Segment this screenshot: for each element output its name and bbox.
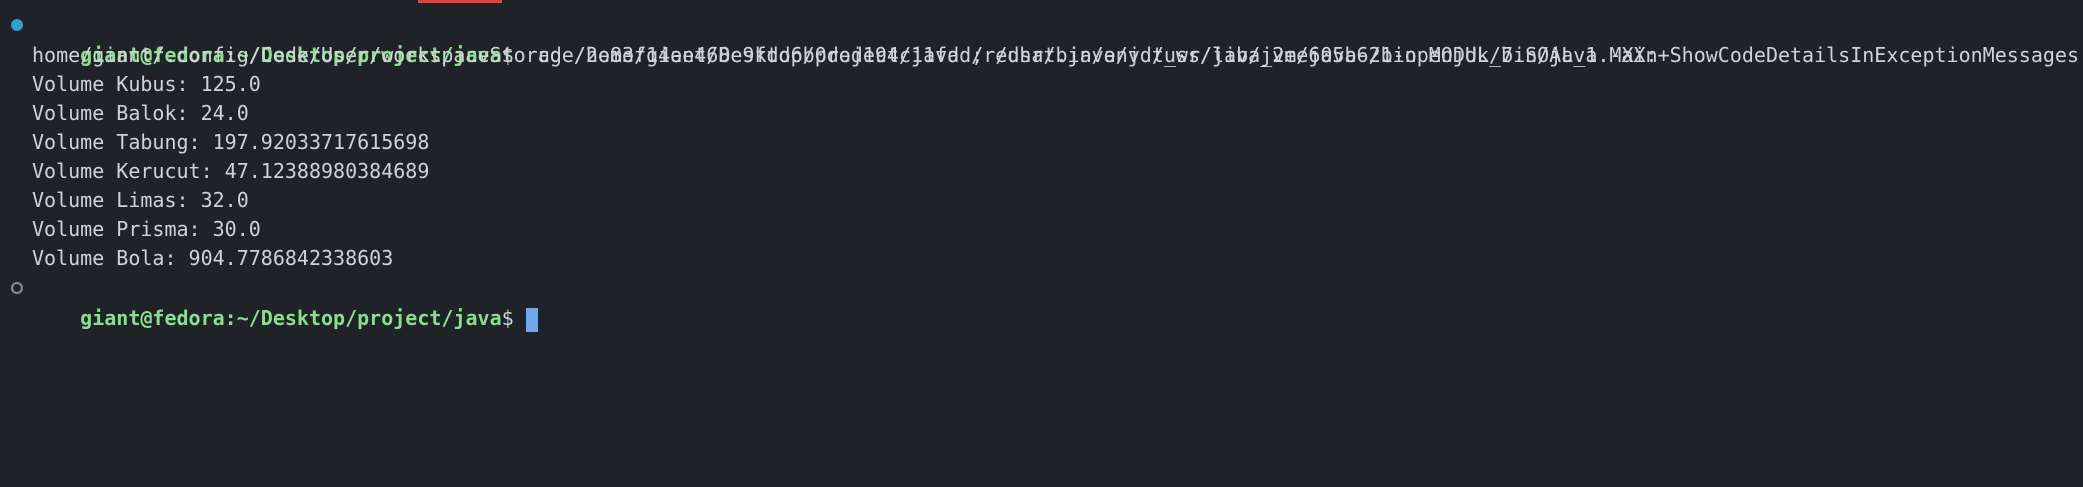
active-tab-indicator: [418, 0, 502, 3]
output-line: Volume Tabung: 197.92033717615698: [32, 130, 430, 154]
command-pending-marker-icon[interactable]: [11, 282, 23, 294]
output-line: Volume Balok: 24.0: [32, 101, 249, 125]
command-success-marker-icon[interactable]: [11, 19, 23, 31]
output-line: Volume Limas: 32.0: [32, 188, 249, 212]
text-cursor[interactable]: [525, 307, 538, 332]
prompt-sign: $: [501, 306, 514, 330]
prompt-user-host: giant@fedora: [80, 306, 225, 330]
command-prompt-line: giant@fedora:~/Desktop/project/java$ cd …: [32, 12, 2083, 67]
terminal-panel[interactable]: giant@fedora:~/Desktop/project/java$ cd …: [0, 0, 2083, 487]
prompt-path: :~/Desktop/project/java: [224, 306, 502, 330]
output-line: Volume Bola: 904.7786842338603: [32, 246, 394, 270]
active-prompt-line[interactable]: giant@fedora:~/Desktop/project/java$: [32, 275, 538, 332]
command-text-continuation: home/giant/.config/Code/User/workspaceSt…: [32, 43, 1658, 67]
output-line: Volume Kerucut: 47.12388980384689: [32, 159, 430, 183]
output-line: Volume Kubus: 125.0: [32, 72, 261, 96]
output-line: Volume Prisma: 30.0: [32, 217, 261, 241]
